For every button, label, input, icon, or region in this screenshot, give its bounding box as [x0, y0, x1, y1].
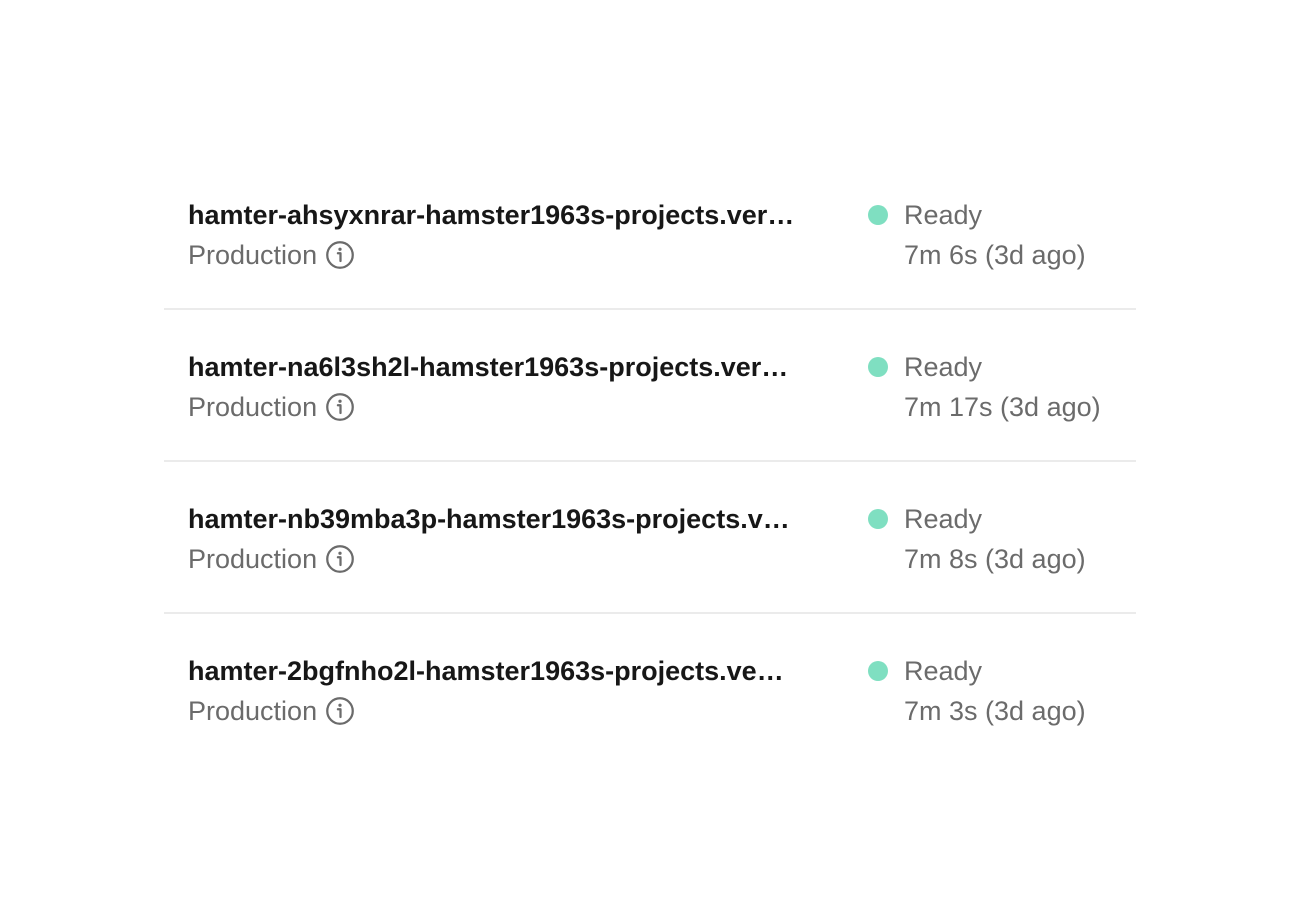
info-circle-icon[interactable] — [325, 392, 355, 422]
environment-label: Production — [188, 238, 355, 272]
environment-text: Production — [188, 696, 318, 726]
deployment-row[interactable]: hamter-nb39mba3p-hamster1963s-projects.v… — [164, 462, 1136, 614]
status-dot-icon — [868, 357, 888, 377]
deployment-url[interactable]: hamter-nb39mba3p-hamster1963s-projects.v… — [188, 502, 832, 536]
environment-label: Production — [188, 694, 355, 728]
deployment-list: hamter-ahsyxnrar-hamster1963s-projects.v… — [164, 158, 1136, 766]
status-dot-icon — [868, 509, 888, 529]
duration-text: 7m 3s (3d ago) — [904, 696, 1086, 726]
status-text: Ready — [904, 656, 983, 686]
status-dot-icon — [868, 205, 888, 225]
info-circle-icon[interactable] — [325, 544, 355, 574]
environment-label: Production — [188, 390, 355, 424]
info-circle-icon[interactable] — [325, 240, 355, 270]
environment-text: Production — [188, 392, 318, 422]
duration-text: 7m 6s (3d ago) — [904, 240, 1086, 270]
deployment-url[interactable]: hamter-2bgfnho2l-hamster1963s-projects.v… — [188, 654, 832, 688]
environment-label: Production — [188, 542, 355, 576]
deployment-row[interactable]: hamter-na6l3sh2l-hamster1963s-projects.v… — [164, 310, 1136, 462]
duration-text: 7m 8s (3d ago) — [904, 544, 1086, 574]
environment-text: Production — [188, 240, 318, 270]
info-circle-icon[interactable] — [325, 696, 355, 726]
status-text: Ready — [904, 504, 983, 534]
deployment-url[interactable]: hamter-na6l3sh2l-hamster1963s-projects.v… — [188, 350, 832, 384]
deployment-row[interactable]: hamter-2bgfnho2l-hamster1963s-projects.v… — [164, 614, 1136, 766]
status-text: Ready — [904, 352, 983, 382]
environment-text: Production — [188, 544, 318, 574]
status-text: Ready — [904, 200, 983, 230]
duration-text: 7m 17s (3d ago) — [904, 392, 1101, 422]
deployment-url[interactable]: hamter-ahsyxnrar-hamster1963s-projects.v… — [188, 198, 832, 232]
deployment-row[interactable]: hamter-ahsyxnrar-hamster1963s-projects.v… — [164, 158, 1136, 310]
status-dot-icon — [868, 661, 888, 681]
